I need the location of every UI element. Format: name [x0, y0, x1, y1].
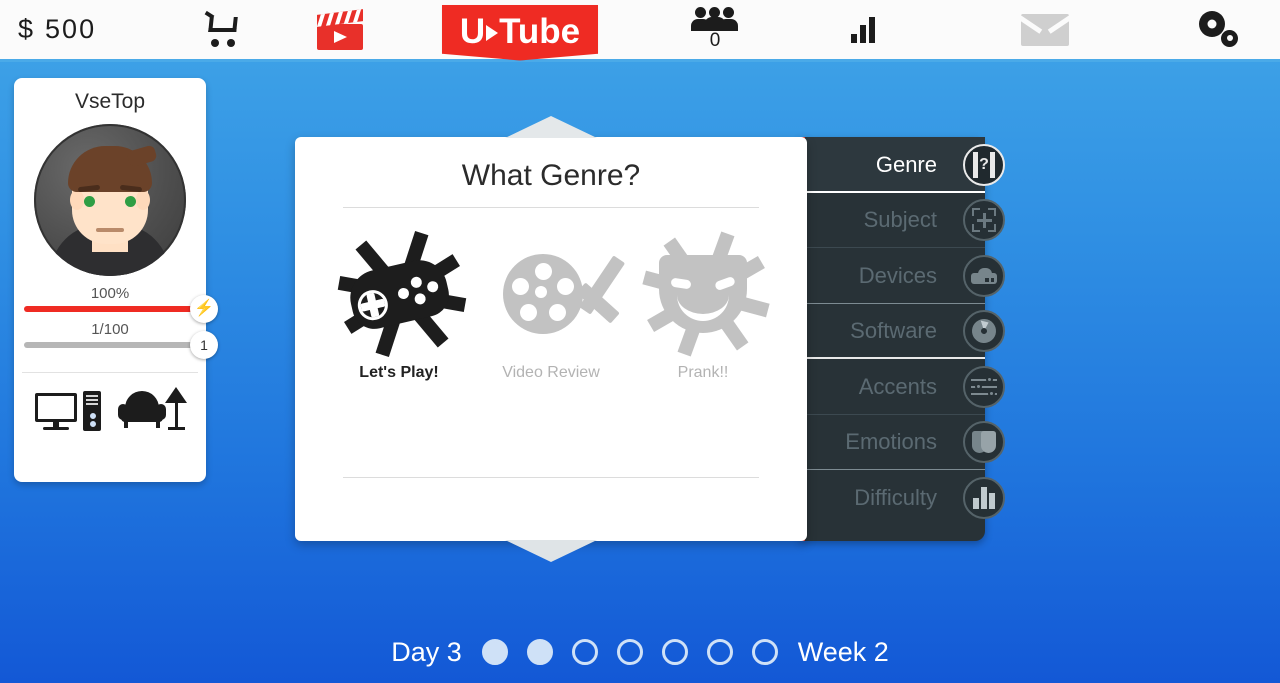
genre-option-label: Video Review — [502, 364, 600, 381]
menu-item-subject[interactable]: Subject — [805, 193, 1005, 248]
menu-item-emotions[interactable]: Emotions — [805, 415, 1005, 470]
dialog-arrow-up-icon — [505, 116, 597, 138]
camera-icon — [963, 254, 1005, 297]
avatar — [34, 124, 186, 276]
genre-option-label: Let's Play! — [359, 364, 439, 381]
experience-bar: 1 — [24, 331, 218, 359]
film-reel-glyph-icon — [503, 254, 583, 334]
menu-item-accents[interactable]: Accents — [805, 359, 1005, 415]
week-dot[interactable] — [481, 639, 508, 665]
envelope-icon — [1016, 13, 1074, 46]
subscribers-button[interactable]: 0 — [635, 0, 795, 61]
menu-item-label: Accents — [858, 373, 937, 399]
character-panel[interactable]: VseTop 100% ⚡ 1/100 1 — [14, 78, 218, 482]
money-amount: 500 — [45, 14, 97, 44]
energy-label: 100% — [90, 285, 130, 302]
logo-text-tube: Tube — [499, 11, 581, 51]
dialog-arrow-down-icon — [505, 540, 597, 562]
currency-symbol: $ — [18, 14, 36, 44]
menu-item-devices[interactable]: Devices — [805, 248, 1005, 304]
lightning-icon: ⚡ — [194, 300, 214, 317]
logo-text-u: U — [459, 11, 486, 51]
menu-item-difficulty[interactable]: Difficulty — [805, 470, 1005, 526]
category-menu: Genre ? Subject Devices Software Accents — [787, 137, 1005, 541]
energy-badge: ⚡ — [190, 295, 218, 323]
equipment-row — [14, 373, 206, 431]
menu-item-label: Subject — [863, 207, 937, 233]
theater-mask-glyph-icon — [659, 255, 747, 333]
energy-bar: ⚡ — [24, 295, 218, 323]
genre-option-video-review[interactable]: Video Review — [485, 234, 626, 382]
stats-button[interactable] — [795, 0, 930, 61]
gamepad-icon — [337, 230, 467, 358]
week-dot[interactable] — [526, 639, 553, 665]
people-icon — [689, 7, 741, 31]
subscribers-count: 0 — [709, 30, 721, 51]
mail-button[interactable] — [930, 0, 1160, 61]
week-dot[interactable] — [661, 639, 688, 665]
film-reel-icon — [491, 234, 626, 354]
menu-item-label: Difficulty — [854, 484, 937, 510]
level-badge: 1 — [190, 331, 218, 359]
progress-bar: Day 3 Week 2 — [0, 621, 1280, 683]
week-dot[interactable] — [616, 639, 643, 665]
disc-icon — [963, 310, 1005, 353]
genre-option-prank[interactable]: Prank!! — [637, 231, 770, 382]
furniture-icon[interactable] — [115, 387, 187, 431]
week-dot[interactable] — [706, 639, 733, 665]
theater-mask-icon — [642, 231, 770, 357]
menu-item-label: Devices — [858, 262, 937, 288]
genre-option-lets-play[interactable]: Let's Play! — [333, 230, 467, 382]
menu-item-software[interactable]: Software — [805, 304, 1005, 359]
frame-plus-icon — [963, 199, 1005, 242]
play-triangle-icon — [486, 24, 499, 41]
experience-label: 1/100 — [91, 321, 129, 338]
genre-dialog: What Genre? Let's Play! Video Review Pra… — [295, 116, 807, 562]
masks-icon — [963, 421, 1005, 464]
menu-item-label: Genre — [875, 151, 937, 177]
bar-chart-icon — [963, 476, 1005, 519]
dialog-title: What Genre? — [461, 159, 641, 192]
genre-options: Let's Play! Video Review Prank!! — [295, 208, 807, 382]
day-label: Day 3 — [391, 636, 462, 667]
money-value: $500 — [0, 14, 96, 45]
bar-chart-icon — [850, 16, 875, 43]
shop-button[interactable] — [170, 0, 275, 61]
genre-option-label: Prank!! — [677, 364, 729, 381]
menu-item-label: Emotions — [845, 429, 937, 455]
week-dot[interactable] — [571, 639, 598, 665]
week-dots — [481, 639, 778, 665]
utube-logo: U Tube — [441, 4, 599, 61]
app-logo: U Tube — [405, 0, 635, 61]
top-bar: $500 U Tube 0 — [0, 0, 1280, 62]
clapperboard-icon — [317, 8, 363, 50]
character-name: VseTop — [74, 90, 146, 113]
videos-button[interactable] — [275, 0, 405, 61]
pc-icon[interactable] — [35, 391, 101, 431]
subscribers-display: 0 — [689, 7, 741, 52]
gears-icon — [1197, 9, 1243, 51]
cart-icon — [203, 10, 243, 47]
film-question-icon: ? — [963, 143, 1005, 186]
money-display: $500 — [0, 0, 170, 61]
settings-button[interactable] — [1160, 0, 1280, 61]
sliders-icon — [963, 365, 1005, 408]
menu-item-genre[interactable]: Genre ? — [787, 137, 1005, 193]
menu-item-label: Software — [850, 318, 937, 344]
week-dot[interactable] — [751, 639, 778, 665]
dialog-divider-bottom — [343, 477, 759, 478]
week-label: Week 2 — [797, 636, 889, 667]
